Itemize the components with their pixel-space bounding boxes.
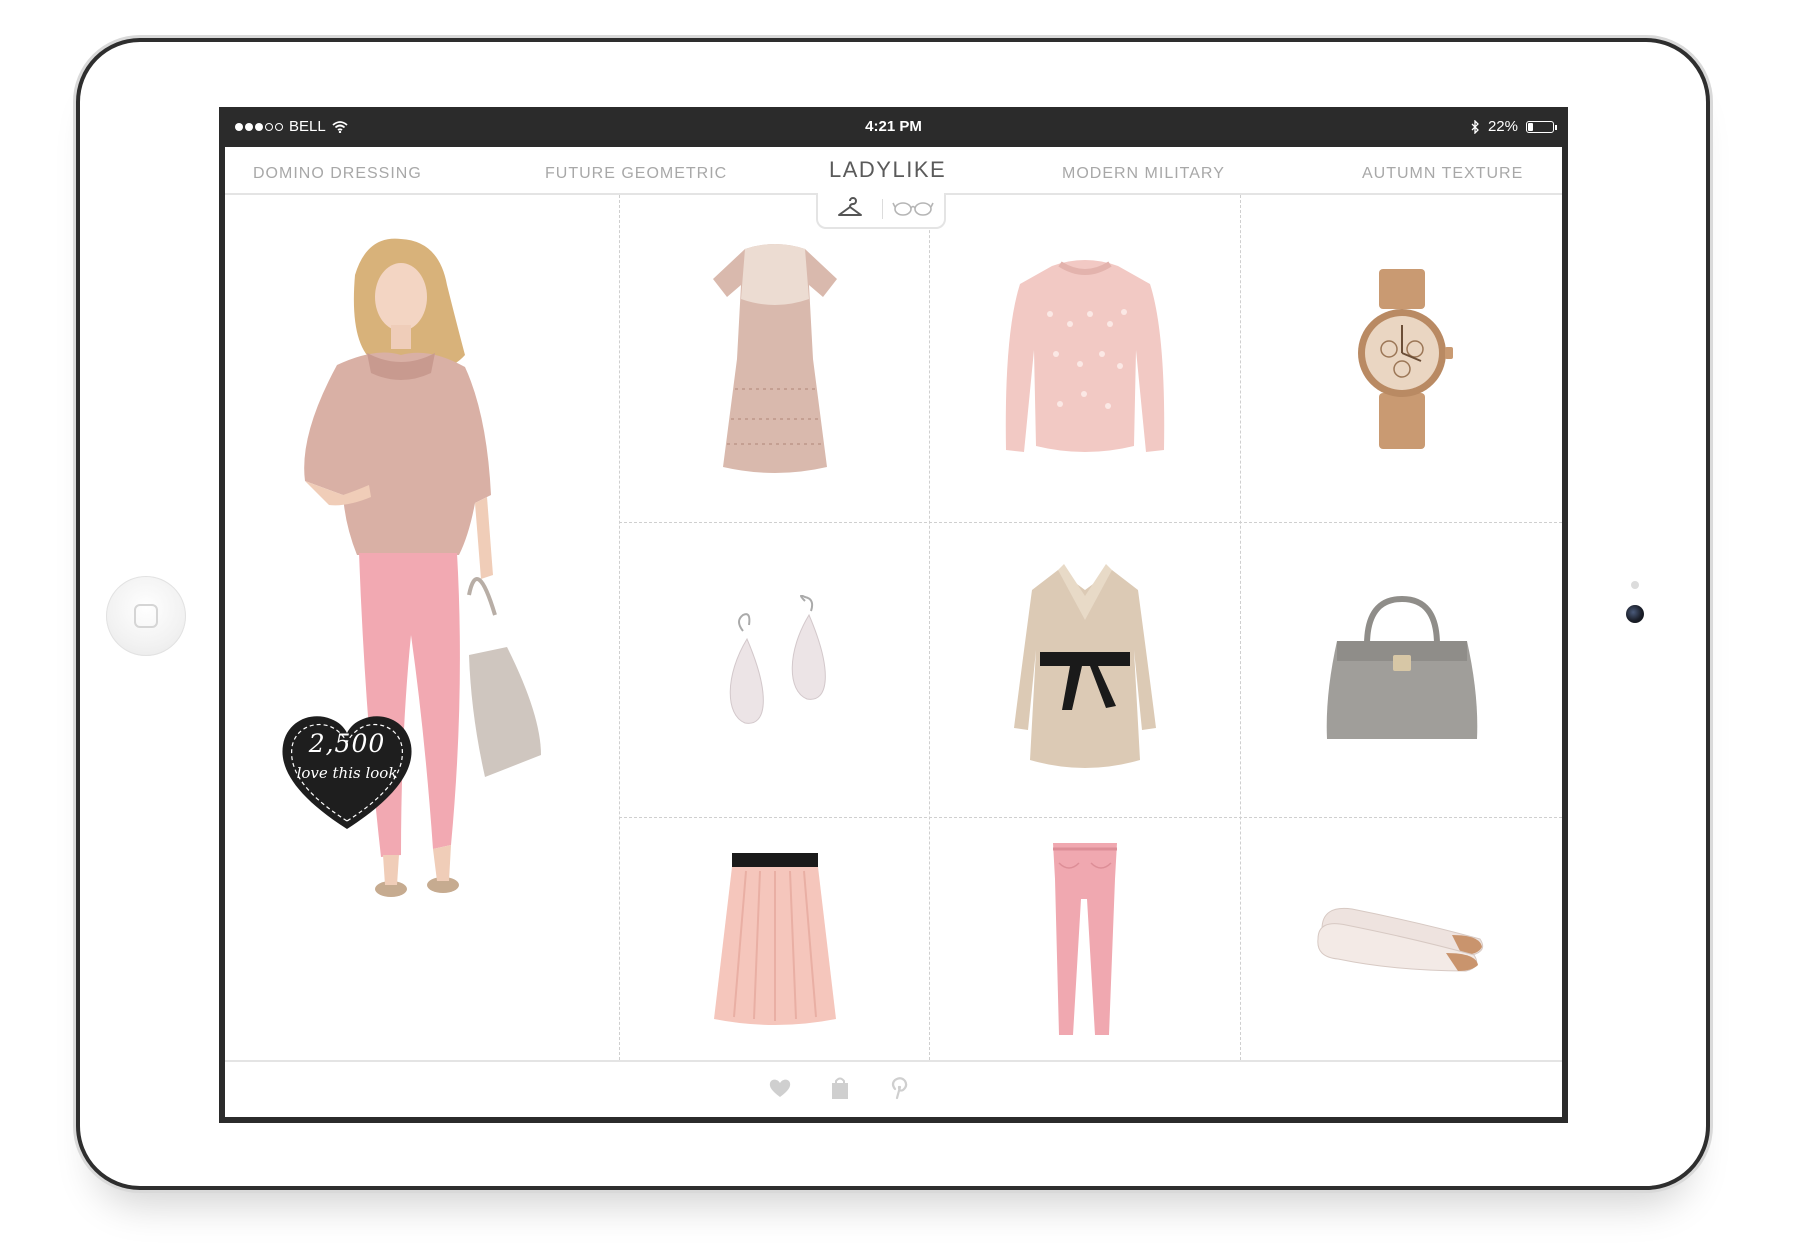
tab-modern-military[interactable]: MODERN MILITARY: [1062, 165, 1225, 183]
tab-autumn-texture[interactable]: AUTUMN TEXTURE: [1362, 165, 1523, 183]
pleated-skirt-image: [713, 853, 836, 1025]
belted-trench-coat-image: [1013, 564, 1156, 768]
heart-button[interactable]: [766, 1074, 794, 1102]
bottom-toolbar: [225, 1060, 1562, 1117]
teardrop-earrings-image: [729, 595, 826, 724]
shopping-bag-icon: [832, 1077, 848, 1099]
battery-percent: 22%: [1487, 118, 1518, 135]
product-rose-gold-watch[interactable]: [1241, 195, 1562, 522]
product-pleated-skirt[interactable]: [620, 818, 929, 1060]
camera-lens: [1626, 605, 1644, 623]
home-button-square-icon: [134, 604, 158, 628]
shopping-bag-button[interactable]: [826, 1074, 854, 1102]
love-badge[interactable]: 2,500 love this look: [277, 707, 417, 835]
product-cap-toe-flats[interactable]: [1241, 818, 1562, 1060]
tab-future-geometric[interactable]: FUTURE GEOMETRIC: [545, 165, 727, 183]
product-lace-dress[interactable]: [620, 195, 929, 522]
model-figure: [304, 238, 541, 897]
product-grid: [619, 195, 1562, 1060]
pink-jeans-image: [1052, 843, 1117, 1035]
screen: BELL 4:21 PM 22% DOMINO DRESSING FUTURE …: [219, 107, 1568, 1123]
product-belted-trench-coat[interactable]: [930, 523, 1239, 817]
product-teardrop-earrings[interactable]: [620, 523, 929, 817]
grey-handbag-image: [1326, 595, 1477, 739]
category-tabs: DOMINO DRESSING FUTURE GEOMETRIC LADYLIK…: [225, 147, 1562, 195]
lace-dress-image: [712, 243, 837, 473]
tab-ladylike[interactable]: LADYLIKE: [829, 157, 946, 183]
product-grey-handbag[interactable]: [1241, 523, 1562, 817]
pinterest-button[interactable]: [885, 1074, 913, 1102]
hanger-icon[interactable]: [836, 197, 864, 221]
bluetooth-icon: [1471, 120, 1479, 134]
light-sensor: [1631, 581, 1639, 589]
heart-icon: [769, 1079, 791, 1097]
toggle-divider: [882, 199, 883, 219]
model-look[interactable]: 2,500 love this look: [225, 195, 619, 1060]
glasses-icon[interactable]: [892, 199, 934, 217]
cap-toe-flats-image: [1316, 907, 1483, 972]
knit-sweater-image: [1005, 259, 1164, 452]
love-count: 2,500: [308, 729, 386, 758]
pinterest-icon: [891, 1077, 908, 1100]
battery-icon: [1526, 121, 1557, 133]
product-pink-jeans[interactable]: [930, 818, 1239, 1060]
love-caption: love this look: [296, 764, 398, 782]
rose-gold-watch-image: [1357, 268, 1453, 449]
app-content: DOMINO DRESSING FUTURE GEOMETRIC LADYLIK…: [225, 147, 1562, 1117]
view-toggle: [816, 193, 946, 229]
clock: 4:21 PM: [865, 118, 922, 135]
product-knit-sweater[interactable]: [930, 195, 1239, 522]
status-bar: BELL 4:21 PM 22%: [219, 107, 1568, 147]
home-button[interactable]: [106, 576, 186, 656]
tab-domino-dressing[interactable]: DOMINO DRESSING: [253, 165, 422, 183]
